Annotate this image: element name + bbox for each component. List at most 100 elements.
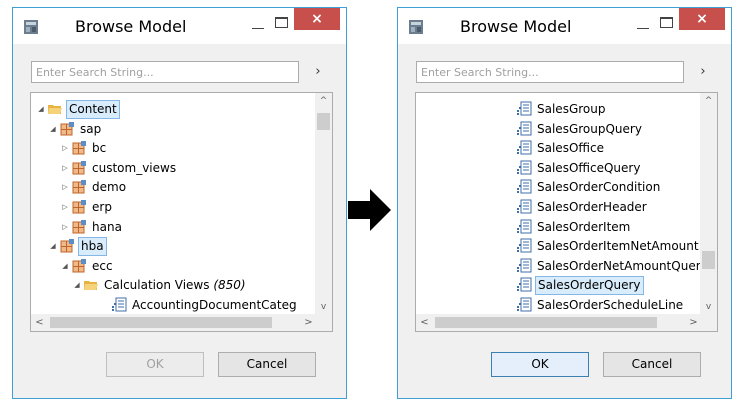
tree-item[interactable]: SalesOrderQuery	[504, 275, 644, 295]
tree-item-label: ecc	[90, 256, 115, 276]
scroll-up-arrow[interactable]: ^	[315, 93, 332, 110]
tree-item-text: custom_views	[92, 161, 177, 175]
browse-model-dialog-before: Browse Model × › ◢ Content ◢ sap ▷ bc ▷ custom_…	[12, 7, 347, 399]
search-go-button[interactable]: ›	[305, 61, 331, 83]
tree-item[interactable]: ▷ erp	[59, 197, 114, 217]
expand-arrow-icon[interactable]: ▷	[59, 177, 71, 197]
tree-item-label: SalesGroupQuery	[535, 119, 644, 139]
tree-item[interactable]: SalesOrderNetAmountQuer	[504, 256, 702, 276]
tree-item[interactable]: ◢ sap	[47, 119, 103, 139]
scroll-thumb[interactable]	[50, 317, 272, 328]
tree-item[interactable]: AccountingDocumentCateg	[99, 295, 299, 315]
search-input[interactable]	[31, 61, 299, 83]
expand-arrow-icon[interactable]: ▷	[59, 158, 71, 178]
collapse-arrow-icon[interactable]: ◢	[59, 256, 71, 276]
package-icon	[71, 258, 87, 274]
model-tree[interactable]: SalesGroup SalesGroupQuery SalesOffice Sale…	[415, 92, 718, 332]
tree-item-label: hba	[78, 236, 107, 256]
tree-item[interactable]: SalesOffice	[504, 138, 606, 158]
calc-view-icon	[516, 297, 532, 313]
tree-item-label: AccountingDocumentCateg	[130, 295, 299, 315]
tree-item-label: SalesOrderCondition	[535, 177, 662, 197]
search-go-button[interactable]: ›	[690, 61, 716, 83]
expand-arrow-icon[interactable]: ▷	[59, 217, 71, 237]
tree-item[interactable]: ◢ ecc	[59, 256, 115, 276]
tree-item-text: bc	[92, 141, 107, 155]
search-input[interactable]	[416, 61, 684, 83]
tree-item-text: SalesGroupQuery	[537, 122, 642, 136]
browse-model-dialog-after: Browse Model × › SalesGroup SalesGroupQue…	[397, 7, 732, 399]
tree-item-text: AccountingDocumentCateg	[132, 298, 297, 312]
minimize-button[interactable]	[250, 19, 266, 31]
maximize-button[interactable]	[275, 17, 288, 28]
tree-item[interactable]: SalesOfficeQuery	[504, 158, 642, 178]
scroll-left-arrow[interactable]: <	[31, 314, 48, 331]
tree-item[interactable]: ◢ hba	[47, 236, 107, 256]
tree-item-label: SalesOrderItemNetAmount	[535, 236, 701, 256]
ok-button[interactable]: OK	[106, 352, 204, 377]
scroll-thumb[interactable]	[317, 113, 330, 130]
tree-item[interactable]: SalesOrderScheduleLine	[504, 295, 685, 315]
ok-button[interactable]: OK	[491, 352, 589, 377]
close-button[interactable]: ×	[679, 8, 725, 30]
collapse-arrow-icon[interactable]: ◢	[71, 275, 83, 295]
scroll-left-arrow[interactable]: <	[416, 314, 433, 331]
collapse-arrow-icon[interactable]: ◢	[47, 119, 59, 139]
tree-item-text: demo	[92, 180, 127, 194]
tree-item[interactable]: SalesOrderHeader	[504, 197, 649, 217]
vertical-scrollbar[interactable]: ^ v	[315, 93, 332, 316]
scroll-thumb[interactable]	[435, 317, 657, 328]
dialog-title: Browse Model	[75, 17, 187, 36]
folder-open-icon	[47, 101, 63, 117]
tree-item[interactable]: SalesOrderItemNetAmount	[504, 236, 701, 256]
tree-item-text: SalesOrderNetAmountQuer	[537, 259, 701, 273]
close-button[interactable]: ×	[294, 8, 340, 30]
tree-item[interactable]: SalesOrderItem	[504, 217, 632, 237]
calc-view-icon	[516, 277, 532, 293]
tree-item[interactable]: ▷ hana	[59, 217, 124, 237]
tree-item[interactable]: ▷ bc	[59, 138, 108, 158]
tree-item-label: custom_views	[90, 158, 178, 178]
cancel-button[interactable]: Cancel	[218, 352, 316, 377]
tree-item[interactable]: SalesGroupQuery	[504, 119, 644, 139]
tree-item[interactable]: SalesOrderCondition	[504, 177, 662, 197]
expand-arrow-icon[interactable]: ▷	[59, 197, 71, 217]
collapse-arrow-icon[interactable]: ◢	[47, 236, 59, 256]
tree-item-label: bc	[90, 138, 108, 158]
package-icon	[71, 179, 87, 195]
item-count: (850)	[213, 278, 246, 292]
tree-item[interactable]: ◢ Content	[35, 99, 120, 119]
expand-arrow-icon[interactable]: ▷	[59, 138, 71, 158]
tree-item-text: SalesOrderItem	[537, 220, 631, 234]
tree-item[interactable]: ◢ Calculation Views (850)	[71, 275, 248, 295]
horizontal-scrollbar[interactable]: < >	[31, 314, 317, 331]
tree-item-text: SalesOrderItemNetAmount	[537, 239, 699, 253]
calc-view-icon	[516, 160, 532, 176]
calc-view-icon	[516, 121, 532, 137]
dialog-title: Browse Model	[460, 17, 572, 36]
scroll-corner	[315, 314, 332, 331]
package-icon	[71, 160, 87, 176]
model-tree[interactable]: ◢ Content ◢ sap ▷ bc ▷ custom_views ▷ demo ▷ erp ▷ ha…	[30, 92, 333, 332]
tree-item-text: SalesGroup	[537, 102, 606, 116]
tree-item-text: hana	[92, 220, 122, 234]
package-icon	[71, 199, 87, 215]
tree-item[interactable]: SalesGroup	[504, 99, 607, 119]
tree-item-label: Content	[66, 99, 120, 119]
cancel-button[interactable]: Cancel	[603, 352, 701, 377]
folder-open-icon	[83, 277, 99, 293]
horizontal-scrollbar[interactable]: < >	[416, 314, 702, 331]
tree-item-label: SalesGroup	[535, 99, 607, 119]
scroll-thumb[interactable]	[702, 251, 715, 269]
calc-view-icon	[516, 199, 532, 215]
maximize-button[interactable]	[660, 17, 673, 28]
tree-item-text: SalesOrderQuery	[538, 277, 641, 292]
collapse-arrow-icon[interactable]: ◢	[35, 99, 47, 119]
vertical-scrollbar[interactable]: ^ v	[700, 93, 717, 316]
minimize-button[interactable]	[635, 19, 651, 31]
tree-item[interactable]: ▷ demo	[59, 177, 128, 197]
scroll-up-arrow[interactable]: ^	[700, 93, 717, 110]
tree-item-text: Content	[69, 101, 117, 116]
tree-item[interactable]: ▷ custom_views	[59, 158, 178, 178]
tree-item-text: SalesOrderScheduleLine	[537, 298, 684, 312]
